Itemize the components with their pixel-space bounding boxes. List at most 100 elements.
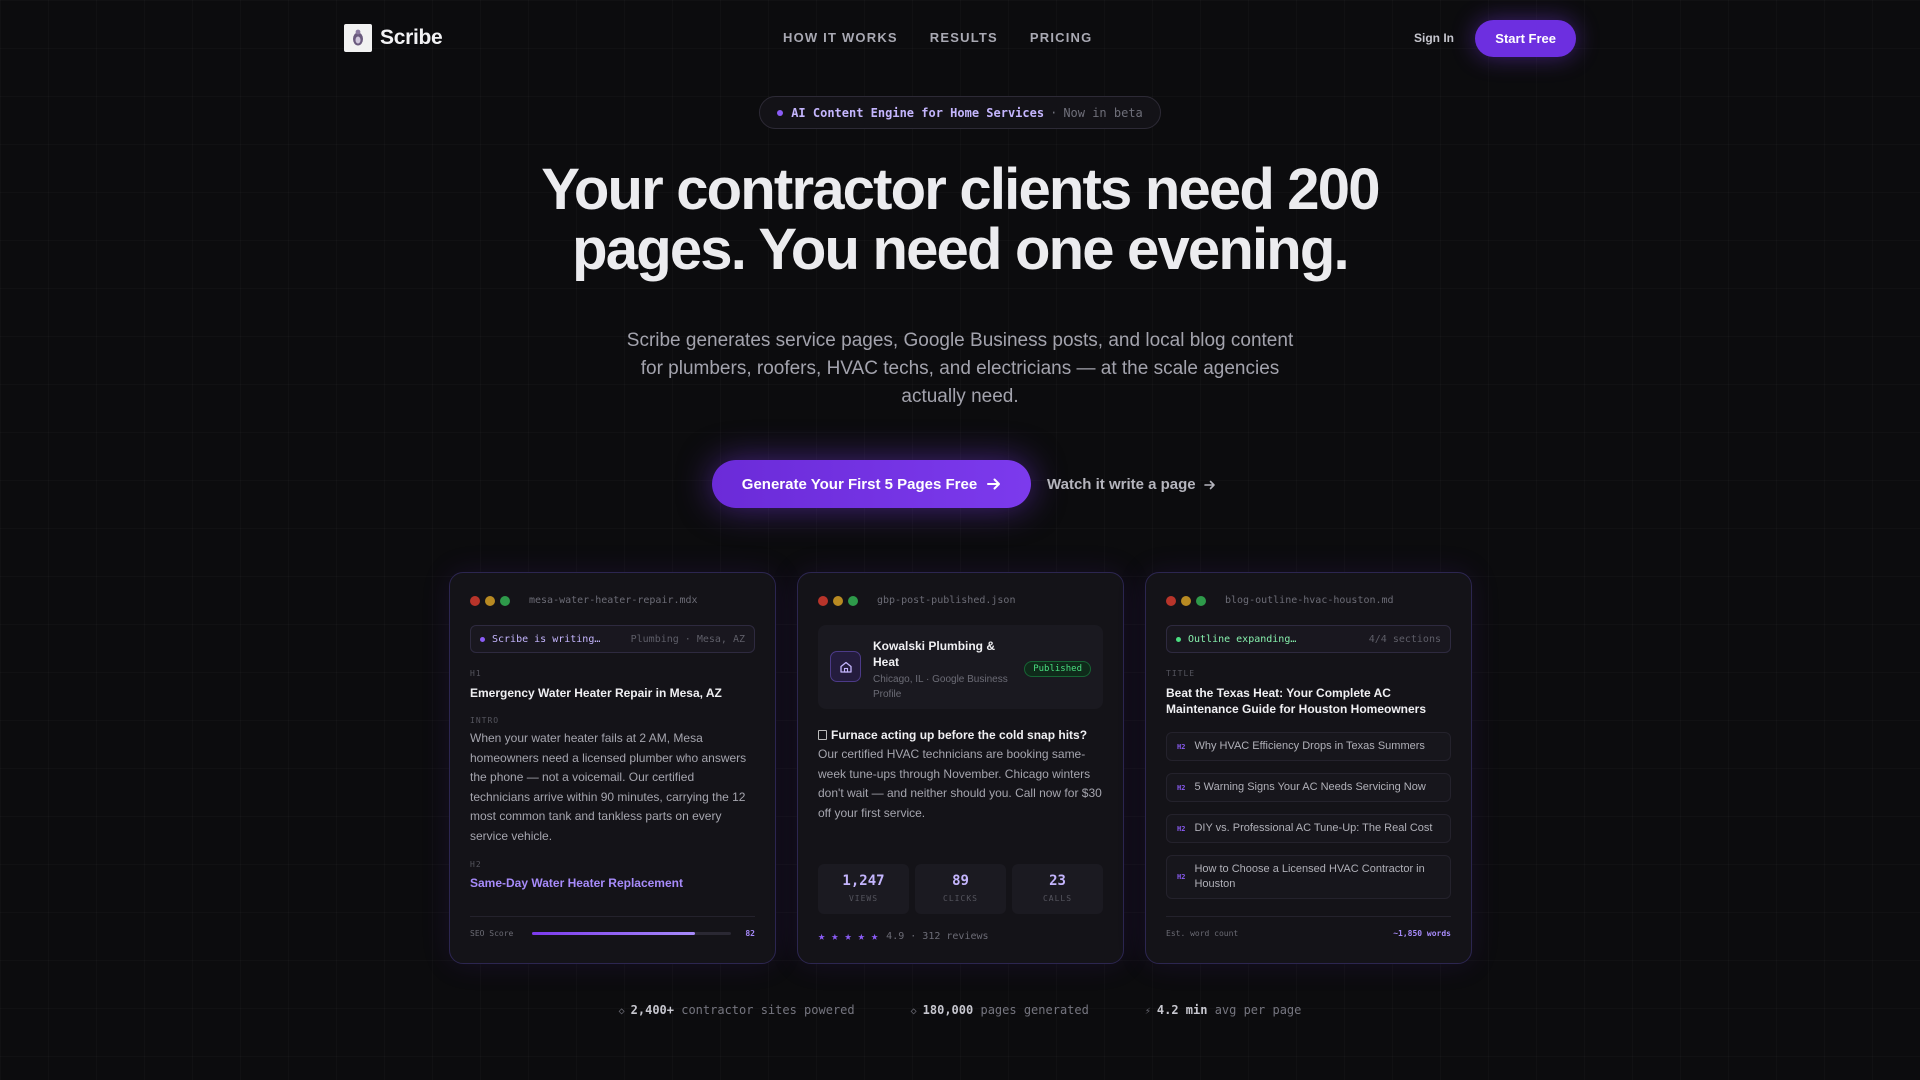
file-name: gbp-post-published.json — [877, 595, 1016, 606]
watch-demo-link[interactable]: Watch it write a page — [1047, 476, 1216, 493]
section-text: DIY vs. Professional AC Tune-Up: The Rea… — [1194, 822, 1433, 834]
nav-links: HOW IT WORKS RESULTS PRICING — [783, 30, 1092, 45]
seo-progress-track — [532, 932, 732, 935]
file-name: mesa-water-heater-repair.mdx — [529, 595, 698, 606]
close-dot-icon — [818, 595, 828, 606]
close-dot-icon — [1166, 595, 1176, 606]
h2-tag: H2 — [470, 860, 482, 869]
file-name: blog-outline-hvac-houston.md — [1225, 595, 1394, 606]
page-h2: Same-Day Water Heater Replacement — [470, 876, 683, 890]
generate-pages-label: Generate Your First 5 Pages Free — [741, 475, 978, 493]
stat-label: pages generated — [980, 1003, 1089, 1017]
stat-label: CALLS — [1042, 894, 1073, 903]
beta-badge: AI Content Engine for Home Services · No… — [759, 96, 1161, 129]
blog-title: Beat the Texas Heat: Your Complete AC Ma… — [1166, 686, 1427, 716]
close-dot-icon — [470, 595, 480, 606]
maximize-dot-icon — [1196, 595, 1206, 606]
lightning-icon: ⚡ — [1144, 1006, 1151, 1017]
minimize-dot-icon — [1181, 595, 1191, 606]
status-meta: Plumbing · Mesa, AZ — [630, 633, 745, 645]
section-text: 5 Warning Signs Your AC Needs Servicing … — [1194, 781, 1426, 793]
outline-section: H2 DIY vs. Professional AC Tune-Up: The … — [1166, 814, 1451, 843]
arrow-right-icon — [987, 478, 1001, 490]
nav-link-results[interactable]: RESULTS — [930, 30, 998, 45]
stat-speed: ⚡ 4.2 min avg per page — [1145, 1003, 1302, 1017]
status-dot-icon — [480, 636, 485, 642]
outline-section: H2 5 Warning Signs Your AC Needs Servici… — [1166, 773, 1451, 802]
stat-pages: ◇ 180,000 pages generated — [911, 1003, 1089, 1017]
badge-dot-icon — [777, 109, 784, 116]
seo-progress-fill — [532, 932, 696, 935]
logo-icon — [344, 24, 372, 52]
seo-value: 82 — [745, 929, 755, 938]
stat-label: avg per page — [1214, 1003, 1302, 1017]
service-page-card: mesa-water-heater-repair.mdx Scribe is w… — [449, 572, 776, 964]
sign-in-link[interactable]: Sign In — [1414, 31, 1454, 45]
minimize-dot-icon — [485, 595, 495, 606]
section-tag: H2 — [1177, 873, 1186, 881]
post-stats: 1,247 VIEWS 89 CLICKS 23 CALLS — [818, 864, 1103, 914]
house-icon — [830, 651, 861, 682]
title-tag: TITLE — [1166, 669, 1196, 678]
star-icon: ★ — [857, 929, 865, 943]
divider — [470, 916, 755, 917]
brand-name: Scribe — [380, 26, 443, 49]
business-location: Chicago, IL · Google Business Profile — [873, 674, 1008, 700]
top-nav: Scribe HOW IT WORKS RESULTS PRICING Sign… — [344, 20, 1576, 57]
business-name: Kowalski Plumbing & Heat — [873, 639, 996, 669]
outline-section: H2 Why HVAC Efficiency Drops in Texas Su… — [1166, 732, 1451, 761]
generate-pages-button[interactable]: Generate Your First 5 Pages Free — [712, 460, 1031, 508]
divider — [1166, 916, 1451, 917]
window-controls: gbp-post-published.json — [818, 595, 1015, 606]
star-icon: ★ — [844, 929, 852, 943]
status-label: Outline expanding… — [1188, 633, 1297, 645]
word-count: Est. word count ~1,850 words — [1166, 929, 1451, 938]
star-icon: ★ — [870, 929, 879, 943]
business-header: Kowalski Plumbing & Heat Chicago, IL · G… — [818, 625, 1103, 709]
section-tag: H2 — [1177, 742, 1186, 751]
post-title: Furnace acting up before the cold snap h… — [818, 728, 1103, 742]
stat-value: 4.2 min — [1156, 1003, 1208, 1017]
minimize-dot-icon — [833, 595, 843, 606]
section-tag: H2 — [1177, 824, 1186, 833]
nav-link-how-it-works[interactable]: HOW IT WORKS — [783, 30, 898, 45]
start-free-button[interactable]: Start Free — [1475, 20, 1576, 57]
section-text: How to Choose a Licensed HVAC Contractor… — [1194, 863, 1425, 890]
badge-separator: · — [1050, 105, 1058, 120]
page-h1: Emergency Water Heater Repair in Mesa, A… — [470, 686, 722, 700]
hero-subtitle: Scribe generates service pages, Google B… — [626, 330, 1294, 407]
intro-tag: INTRO — [470, 716, 500, 725]
section-tag: H2 — [1177, 783, 1186, 792]
section-text: Why HVAC Efficiency Drops in Texas Summe… — [1194, 740, 1425, 752]
post-title-text: Furnace acting up before the cold snap h… — [831, 728, 1088, 742]
hero-title: Your contractor clients need 200 pages. … — [460, 160, 1460, 280]
window-controls: mesa-water-heater-repair.mdx — [470, 595, 698, 606]
stat-value: 2,400+ — [630, 1003, 674, 1017]
seo-label: SEO Score — [470, 929, 514, 938]
nav-link-pricing[interactable]: PRICING — [1030, 30, 1093, 45]
stat-sites: ◇ 2,400+ contractor sites powered — [619, 1003, 855, 1017]
word-count-value: ~1,850 words — [1393, 929, 1451, 938]
maximize-dot-icon — [848, 595, 858, 606]
rating-row: ★ ★ ★ ★ ★ 4.9 · 312 reviews — [818, 929, 989, 943]
hero-title-line-1: Your contractor clients need 200 — [541, 157, 1380, 222]
stat-value: 180,000 — [922, 1003, 974, 1017]
diamond-icon: ◇ — [910, 1006, 917, 1017]
rating-text: 4.9 · 312 reviews — [886, 930, 989, 942]
post-body: Our certified HVAC technicians are booki… — [818, 747, 1102, 820]
intro-text: When your water heater fails at 2 AM, Me… — [470, 731, 747, 843]
badge-label: AI Content Engine for Home Services — [791, 105, 1045, 120]
stat-value: 23 — [1049, 873, 1066, 889]
status-meta: 4/4 sections — [1368, 633, 1441, 645]
writing-status: Scribe is writing… Plumbing · Mesa, AZ — [470, 625, 755, 653]
stat-value: 1,247 — [842, 873, 885, 889]
stat-calls: 23 CALLS — [1012, 864, 1103, 914]
checkbox-icon — [818, 730, 827, 740]
watch-demo-label: Watch it write a page — [1047, 476, 1196, 493]
brand-logo-link[interactable]: Scribe — [344, 24, 443, 52]
stat-views: 1,247 VIEWS — [818, 864, 909, 914]
stat-label: CLICKS — [943, 894, 978, 903]
stat-label: contractor sites powered — [681, 1003, 855, 1017]
star-icon: ★ — [831, 929, 839, 943]
diamond-icon: ◇ — [618, 1006, 625, 1017]
